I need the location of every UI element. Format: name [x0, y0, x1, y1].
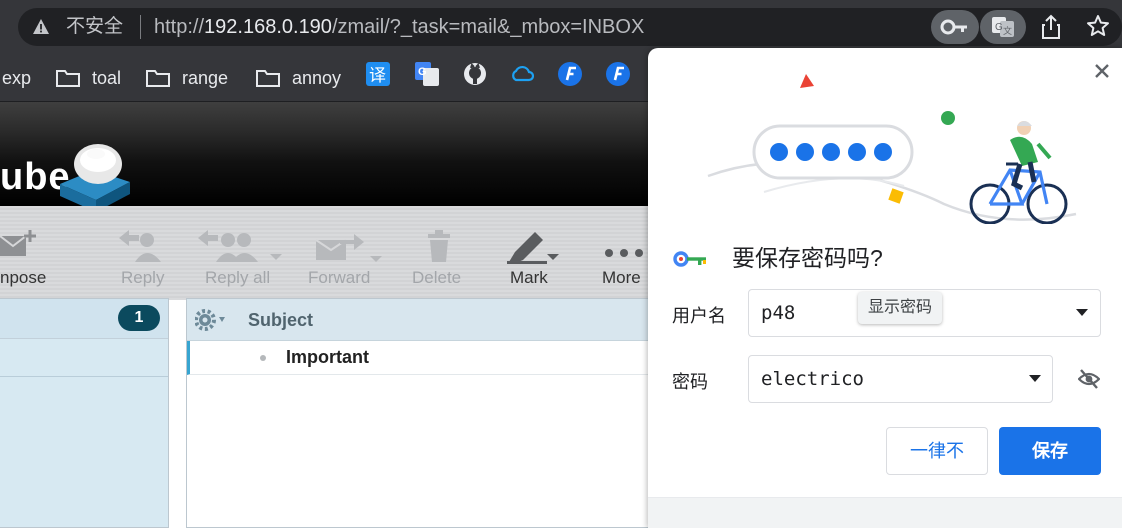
folder-icon [146, 70, 170, 87]
read-status-dot[interactable] [260, 355, 266, 361]
show-password-tooltip: 显示密码 [858, 292, 943, 324]
password-field[interactable]: electrico [748, 355, 1053, 403]
reply-icon [119, 230, 161, 262]
url-host: 192.168.0.190 [204, 16, 332, 38]
share-icon[interactable] [1040, 14, 1062, 40]
security-status-label[interactable]: 不安全 [66, 16, 123, 38]
svg-text:G: G [418, 66, 427, 78]
username-value: p48 [761, 302, 796, 324]
toolbar-label: Reply all [205, 268, 271, 287]
gear-icon[interactable] [195, 309, 231, 331]
reply-all-icon [198, 230, 282, 262]
toolbar-label: npose [0, 268, 47, 287]
bookmark-folder-annoy[interactable]: annoy [256, 64, 341, 92]
password-label: 密码 [672, 372, 708, 392]
dialog-footer [648, 497, 1122, 528]
folder-icon [56, 70, 80, 87]
translate-yi-icon[interactable]: 译 [366, 62, 390, 86]
svg-text:G: G [995, 22, 1003, 33]
delete-button[interactable]: Delete [410, 206, 470, 300]
fast-icon[interactable] [606, 62, 630, 86]
message-list-panel: Subject Important [186, 298, 657, 528]
github-icon[interactable] [463, 62, 487, 86]
toolbar-label: Mark [510, 268, 548, 287]
url-path: /zmail/?_task=mail&_mbox=INBOX [331, 16, 645, 38]
save-password-dialog: 要保存密码吗? 用户名 p48 显示密码 密码 electrico 一律不 保存 [648, 48, 1122, 528]
unread-count-badge: 1 [118, 305, 160, 331]
toolbar-label: More [602, 268, 641, 287]
url-prefix: http:// [154, 16, 205, 38]
forward-button[interactable]: Forward [306, 206, 386, 300]
toolbar-label: Forward [308, 268, 371, 287]
toolbar-label: Delete [412, 268, 462, 287]
bookmark-folder-toal[interactable]: toal [56, 64, 121, 92]
folder-row[interactable] [0, 339, 168, 377]
bookmark-exp[interactable]: exp [2, 64, 31, 92]
compose-icon [0, 230, 36, 256]
message-list-header: Subject [187, 299, 657, 341]
warning-icon[interactable] [32, 18, 50, 36]
svg-text:译: 译 [369, 66, 386, 86]
mark-button[interactable]: Mark [505, 206, 565, 300]
bookmark-folder-range[interactable]: range [146, 64, 228, 92]
roundcube-logo-icon [60, 144, 130, 212]
save-button[interactable]: 保存 [999, 427, 1101, 475]
google-translate-icon[interactable]: G [415, 62, 439, 86]
never-button[interactable]: 一律不 [886, 427, 988, 475]
eye-off-icon[interactable] [1078, 368, 1100, 390]
folder-icon [256, 70, 280, 87]
message-subject: Important [286, 347, 369, 367]
browser-address-bar: 不安全 http://192.168.0.190/zmail/?_task=ma… [0, 0, 1122, 54]
compose-button[interactable]: npose [0, 206, 60, 300]
translate-button[interactable]: G 文 [980, 10, 1026, 44]
username-label: 用户名 [672, 306, 726, 326]
password-illustration [707, 74, 1077, 224]
trash-icon [428, 230, 450, 262]
url-text[interactable]: http://192.168.0.190/zmail/?_task=mail&_… [154, 16, 644, 38]
reply-all-button[interactable]: Reply all [196, 206, 286, 300]
dialog-title: 要保存密码吗? [732, 245, 883, 271]
bookmark-label: toal [92, 67, 122, 88]
bookmark-label: exp [2, 67, 32, 88]
folder-list-panel: 1 [0, 298, 169, 528]
subject-column-header[interactable]: Subject [248, 310, 313, 331]
folder-inbox-row[interactable]: 1 [0, 299, 168, 339]
star-icon[interactable] [1086, 14, 1110, 38]
translate-icon: G 文 [992, 17, 1014, 37]
fast-icon[interactable] [558, 62, 582, 86]
bookmark-label: annoy [292, 67, 342, 88]
password-value: electrico [761, 368, 864, 390]
close-icon[interactable] [1091, 60, 1113, 82]
bookmark-label: range [182, 67, 229, 88]
message-row[interactable]: Important [187, 341, 657, 375]
svg-text:文: 文 [1003, 25, 1012, 37]
key-icon [940, 19, 967, 35]
mark-icon [507, 232, 559, 264]
cloud-icon[interactable] [510, 62, 534, 86]
more-button[interactable]: More [600, 206, 648, 300]
chevron-down-icon[interactable] [1029, 375, 1041, 382]
omnibox-divider [140, 15, 141, 39]
reply-button[interactable]: Reply [117, 206, 173, 300]
key-icon [673, 251, 706, 267]
more-icon [605, 249, 643, 257]
forward-icon [315, 234, 382, 262]
chevron-down-icon[interactable] [1076, 309, 1088, 316]
toolbar-label: Reply [121, 268, 165, 287]
key-button[interactable] [931, 10, 979, 44]
